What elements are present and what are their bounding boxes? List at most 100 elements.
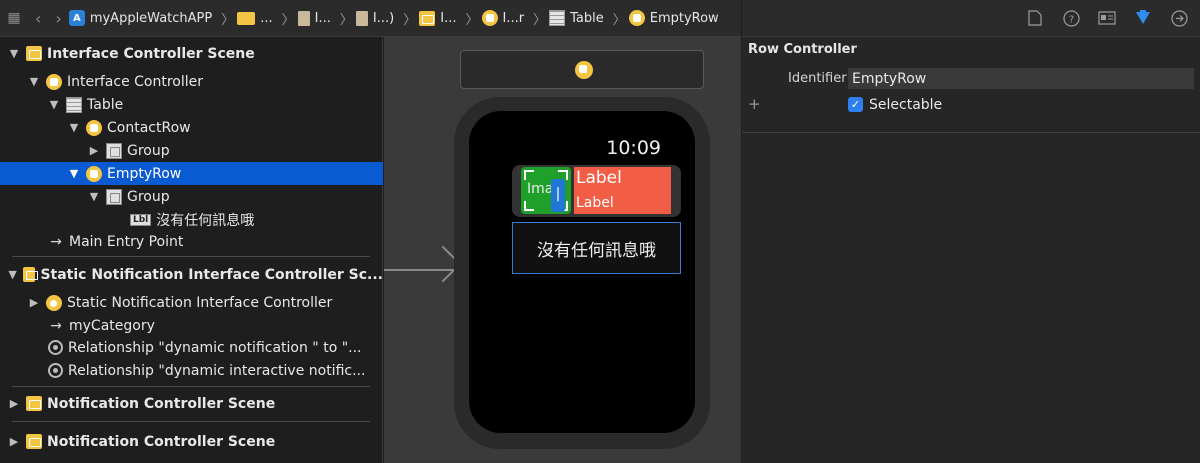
disclosure-triangle-icon[interactable]: ▼ — [88, 190, 100, 203]
forward-arrow-icon[interactable]: › — [55, 9, 61, 28]
table-icon — [66, 96, 82, 113]
crumb-file2-label: I...) — [372, 10, 395, 26]
grid-icon[interactable]: ▦ — [5, 9, 23, 27]
chevron-right-icon: 〉 — [281, 12, 295, 28]
row-controller-icon — [628, 10, 645, 26]
attributes-inspector-icon[interactable] — [1134, 9, 1152, 27]
outline-item-label: Notification Controller Scene — [47, 433, 276, 450]
section-title: Row Controller — [748, 42, 857, 57]
chevron-right-icon: 〉 — [403, 12, 417, 28]
identity-inspector-icon[interactable] — [1098, 9, 1116, 27]
file-icon — [355, 10, 368, 26]
selectable-checkbox[interactable]: ✓ — [848, 97, 863, 112]
disclosure-triangle-icon[interactable]: ▼ — [8, 47, 20, 60]
disclosure-triangle-icon[interactable]: ▼ — [8, 268, 17, 281]
jump-bar: ▦ ‹ › A myAppleWatchAPP 〉 ... 〉 I... 〉 I… — [0, 0, 741, 37]
outline-item-emptyrow[interactable]: ▼ EmptyRow — [0, 162, 383, 185]
document-outline: ▼ Interface Controller Scene ▼ Interface… — [0, 37, 383, 463]
notification-controller-icon — [46, 294, 62, 311]
folder-icon — [237, 11, 256, 25]
label-icon: Lbl — [130, 213, 152, 226]
divider — [12, 386, 370, 387]
outline-item-relationship[interactable]: Relationship "dynamic interactive notifi… — [0, 359, 383, 382]
watch-screen[interactable]: 10:09 Imag | Label Label 沒有任何訊息哦 — [469, 111, 695, 433]
relationship-icon — [48, 340, 63, 355]
label-small: Label — [576, 195, 614, 211]
help-icon[interactable]: ? — [1062, 9, 1080, 27]
outline-item-relationship[interactable]: Relationship "dynamic notification " to … — [0, 336, 383, 359]
outline-item-main-entry-point[interactable]: → Main Entry Point — [0, 230, 383, 253]
crumb-file1[interactable]: I... — [297, 10, 331, 26]
outline-item-label: 沒有任何訊息哦 — [156, 212, 255, 229]
group-icon — [106, 188, 122, 205]
identifier-label: Identifier — [788, 71, 847, 86]
inspector-toolbar: ? — [742, 0, 1200, 37]
row-controller-section: Row Controller Identifier + ✓ Selectable — [742, 37, 1200, 133]
outline-item-label: Static Notification Interface Controller — [67, 294, 333, 311]
selection-handle[interactable]: | — [551, 179, 565, 212]
outline-item-notification-scene[interactable]: ▶ Notification Controller Scene — [0, 392, 383, 415]
group-icon — [106, 142, 122, 159]
outline-item-group[interactable]: ▼ Group — [0, 185, 383, 208]
file-inspector-icon[interactable] — [1026, 9, 1044, 27]
selectable-label: Selectable — [869, 97, 943, 113]
empty-row[interactable]: 沒有任何訊息哦 — [512, 222, 681, 274]
watch-time: 10:09 — [606, 137, 661, 159]
outline-item-group[interactable]: ▶ Group — [0, 139, 383, 162]
disclosure-triangle-icon[interactable]: ▶ — [8, 397, 20, 410]
chevron-right-icon: 〉 — [533, 12, 547, 28]
arrow-right-icon: → — [50, 317, 62, 334]
outline-item-label: EmptyRow — [107, 165, 182, 182]
divider — [12, 421, 370, 422]
outline-item-label: Interface Controller — [67, 73, 203, 90]
outline-item-interface-controller[interactable]: ▼ Interface Controller — [0, 70, 383, 93]
scene-dock[interactable] — [460, 50, 704, 89]
table-icon — [549, 10, 566, 26]
empty-row-label: 沒有任何訊息哦 — [537, 240, 656, 261]
disclosure-triangle-icon[interactable]: ▼ — [68, 121, 80, 134]
label-big: Label — [576, 168, 622, 188]
crumb-controller-label: I...r — [502, 10, 525, 26]
label-group[interactable]: Label Label — [574, 167, 671, 214]
outline-item-static-notification-scene[interactable]: ▼ Static Notification Interface Controll… — [0, 263, 383, 286]
crumb-storyboard-label: I... — [440, 10, 457, 26]
back-arrow-icon[interactable]: ‹ — [35, 9, 41, 28]
disclosure-triangle-icon[interactable]: ▼ — [28, 75, 40, 88]
outline-item-label: myCategory — [69, 317, 155, 334]
crumb-folder[interactable]: ... — [237, 11, 273, 26]
row-controller-icon — [86, 119, 102, 136]
add-variation-icon[interactable]: + — [748, 95, 761, 113]
crumb-file1-label: I... — [314, 10, 331, 26]
disclosure-triangle-icon[interactable]: ▼ — [68, 167, 80, 180]
storyboard-scene-icon — [26, 396, 42, 411]
divider — [12, 256, 370, 257]
crumb-table[interactable]: Table — [549, 10, 604, 26]
connections-inspector-icon[interactable] — [1170, 9, 1188, 27]
disclosure-triangle-icon[interactable]: ▶ — [88, 144, 100, 157]
controller-icon — [46, 73, 62, 90]
outline-item-notification-scene[interactable]: ▶ Notification Controller Scene — [0, 430, 383, 453]
disclosure-triangle-icon[interactable]: ▼ — [48, 98, 60, 111]
storyboard-canvas[interactable]: 10:09 Imag | Label Label 沒有任何訊息哦 — [384, 37, 741, 463]
disclosure-triangle-icon[interactable]: ▶ — [8, 435, 20, 448]
disclosure-triangle-icon[interactable]: ▶ — [28, 296, 40, 309]
outline-item-label: Group — [127, 188, 170, 205]
crumb-row-label: EmptyRow — [649, 10, 719, 26]
outline-item-static-notification-controller[interactable]: ▶ Static Notification Interface Controll… — [0, 291, 383, 314]
outline-item-table[interactable]: ▼ Table — [0, 93, 383, 116]
outline-item-contactrow[interactable]: ▼ ContactRow — [0, 116, 383, 139]
controller-icon[interactable] — [575, 61, 593, 79]
contact-row-group[interactable]: Imag | Label Label — [512, 165, 681, 217]
crumb-storyboard[interactable]: I... — [419, 10, 457, 26]
outline-item-mycategory[interactable]: → myCategory — [0, 314, 383, 337]
crumb-project[interactable]: A myAppleWatchAPP — [68, 10, 212, 26]
crumb-controller[interactable]: I...r — [481, 10, 525, 26]
arrow-right-icon: → — [50, 233, 62, 250]
watch-frame: 10:09 Imag | Label Label 沒有任何訊息哦 — [454, 97, 710, 449]
identifier-field[interactable] — [848, 68, 1194, 89]
outline-item-label-element[interactable]: Lbl 沒有任何訊息哦 — [0, 208, 383, 231]
outline-item-interface-controller-scene[interactable]: ▼ Interface Controller Scene — [0, 42, 383, 65]
storyboard-scene-icon — [26, 434, 42, 449]
crumb-file2[interactable]: I...) — [355, 10, 395, 26]
crumb-row[interactable]: EmptyRow — [628, 10, 719, 26]
